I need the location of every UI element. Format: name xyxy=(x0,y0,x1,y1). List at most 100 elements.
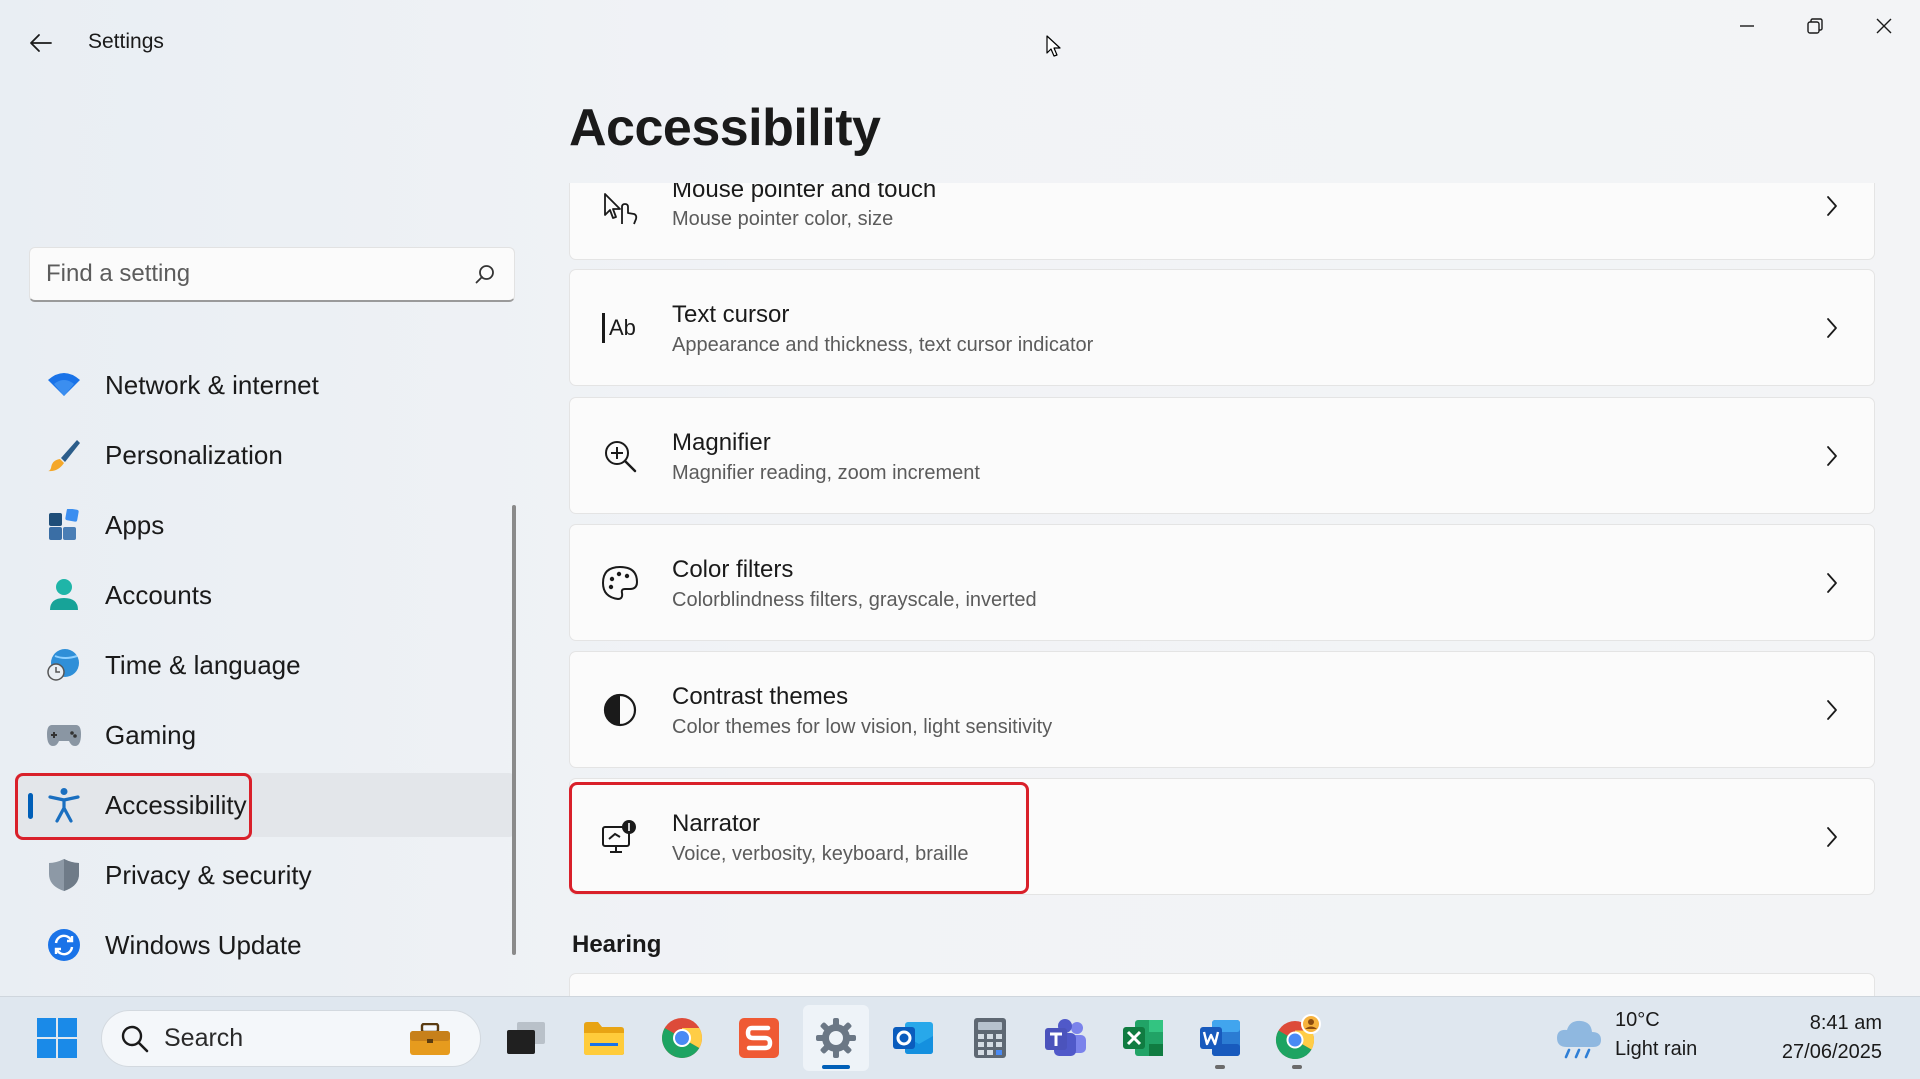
page-title: Accessibility xyxy=(569,99,881,157)
card-text-cursor[interactable]: Ab Text cursor Appearance and thickness,… xyxy=(569,269,1875,386)
close-button[interactable] xyxy=(1850,6,1918,46)
card-contrast-themes[interactable]: Contrast themes Color themes for low vis… xyxy=(569,651,1875,768)
gamepad-icon xyxy=(45,716,83,754)
sidebar-item-label: Personalization xyxy=(105,439,283,470)
file-explorer-icon xyxy=(584,1022,624,1055)
restore-button[interactable] xyxy=(1781,6,1849,46)
sidebar-item-personalization[interactable]: Personalization xyxy=(15,423,515,487)
task-view-icon xyxy=(507,1022,545,1054)
back-button[interactable] xyxy=(22,24,60,62)
globe-clock-icon xyxy=(45,646,83,684)
start-button[interactable] xyxy=(24,1005,90,1071)
sidebar-item-label: Network & internet xyxy=(105,369,319,400)
contrast-icon xyxy=(600,690,640,730)
card-magnifier[interactable]: Magnifier Magnifier reading, zoom increm… xyxy=(569,397,1875,514)
sidebar-item-privacy[interactable]: Privacy & security xyxy=(15,843,515,907)
chrome-profile-button[interactable] xyxy=(1264,1005,1330,1071)
card-description: Appearance and thickness, text cursor in… xyxy=(672,334,1094,356)
card-title: Color filters xyxy=(672,556,794,583)
taskbar-search-label: Search xyxy=(164,1024,244,1052)
clock-time: 8:41 am xyxy=(1809,1012,1882,1034)
apps-icon xyxy=(45,506,83,544)
text-cursor-icon: Ab xyxy=(600,308,640,348)
work-briefcase-icon xyxy=(410,1023,450,1055)
sidebar-item-label: Privacy & security xyxy=(105,859,312,890)
accessibility-icon xyxy=(45,786,83,824)
sidebar-item-label: Gaming xyxy=(105,719,197,750)
magnifier-icon xyxy=(600,436,640,476)
minimize-icon xyxy=(1740,25,1754,27)
weather-condition: Light rain xyxy=(1615,1038,1698,1060)
card-description: Colorblindness filters, grayscale, inver… xyxy=(672,589,1037,611)
weather-temperature: 10°C xyxy=(1615,1009,1660,1031)
taskbar-clock[interactable]: 8:41 am 27/06/2025 xyxy=(1722,1009,1882,1067)
card-title: Narrator xyxy=(672,810,761,837)
person-icon xyxy=(45,576,83,614)
card-title: Mouse pointer and touch xyxy=(672,183,937,203)
chevron-right-icon xyxy=(1820,698,1844,722)
card-description: Color themes for low vision, light sensi… xyxy=(672,716,1053,738)
find-setting-search[interactable] xyxy=(29,247,515,302)
chevron-right-icon xyxy=(1820,825,1844,849)
sidebar-item-accessibility[interactable]: Accessibility xyxy=(15,773,515,837)
settings-button[interactable] xyxy=(803,1005,869,1071)
settings-window: Settings Find a setting Network & intern… xyxy=(0,0,1920,996)
card-hearing-first[interactable] xyxy=(569,973,1875,996)
settings-icon xyxy=(816,1018,856,1058)
narrator-icon xyxy=(600,817,640,857)
sidebar-scrollbar[interactable] xyxy=(512,505,516,955)
chrome-button[interactable] xyxy=(649,1005,715,1071)
restore-icon xyxy=(1807,18,1823,34)
open-app-indicator xyxy=(1292,1065,1302,1069)
sidebar-item-apps[interactable]: Apps xyxy=(15,493,515,557)
card-description: Voice, verbosity, keyboard, braille xyxy=(672,843,969,865)
shield-icon xyxy=(45,856,83,894)
svg-text:Ab: Ab xyxy=(609,315,636,340)
main-content: Mouse pointer and touch Mouse pointer co… xyxy=(560,183,1900,996)
calculator-icon xyxy=(974,1018,1006,1058)
section-heading-hearing: Hearing xyxy=(572,931,662,958)
excel-icon xyxy=(1123,1020,1163,1056)
sidebar-item-time-language[interactable]: Time & language xyxy=(15,633,515,697)
card-mouse-pointer[interactable]: Mouse pointer and touch Mouse pointer co… xyxy=(569,183,1875,260)
sidebar-item-accounts[interactable]: Accounts xyxy=(15,563,515,627)
card-description: Mouse pointer color, size xyxy=(672,208,894,230)
search-input[interactable] xyxy=(46,260,472,288)
update-icon xyxy=(45,926,83,964)
card-title: Text cursor xyxy=(672,301,790,328)
mouse-cursor-icon xyxy=(1046,35,1061,57)
card-title: Magnifier xyxy=(672,429,771,456)
start-icon xyxy=(37,1018,77,1058)
sidebar-item-windows-update[interactable]: Windows Update xyxy=(15,913,515,977)
sidebar-item-network[interactable]: Network & internet xyxy=(15,353,515,417)
outlook-button[interactable] xyxy=(880,1005,946,1071)
wifi-icon xyxy=(45,366,83,404)
search-icon[interactable] xyxy=(472,261,498,287)
cloud-rain-icon xyxy=(1557,1020,1601,1059)
sketchbook-button[interactable] xyxy=(726,1005,792,1071)
calculator-button[interactable] xyxy=(957,1005,1023,1071)
search-icon xyxy=(121,1025,149,1052)
sidebar-item-gaming[interactable]: Gaming xyxy=(15,703,515,767)
taskbar: Search 10°C Light rain 8:41 am 27/06/202… xyxy=(0,996,1920,1079)
file-explorer-button[interactable] xyxy=(571,1005,637,1071)
card-color-filters[interactable]: Color filters Colorblindness filters, gr… xyxy=(569,524,1875,641)
close-icon xyxy=(1876,18,1892,34)
chevron-right-icon xyxy=(1820,194,1844,218)
sidebar-item-label: Windows Update xyxy=(105,929,302,960)
word-button[interactable] xyxy=(1187,1005,1253,1071)
card-description: Magnifier reading, zoom increment xyxy=(672,462,980,484)
sidebar-nav: Network & internet Personalization Apps … xyxy=(15,353,515,983)
task-view-button[interactable] xyxy=(493,1005,559,1071)
back-arrow-icon xyxy=(30,34,52,52)
chevron-right-icon xyxy=(1820,444,1844,468)
taskbar-search[interactable]: Search xyxy=(101,1010,481,1067)
card-narrator[interactable]: Narrator Voice, verbosity, keyboard, bra… xyxy=(569,778,1875,895)
minimize-button[interactable] xyxy=(1713,6,1781,46)
teams-button[interactable] xyxy=(1033,1005,1099,1071)
clock-date: 27/06/2025 xyxy=(1781,1041,1882,1063)
brush-icon xyxy=(45,436,83,474)
open-app-indicator xyxy=(1215,1065,1225,1069)
chevron-right-icon xyxy=(1820,571,1844,595)
excel-button[interactable] xyxy=(1110,1005,1176,1071)
